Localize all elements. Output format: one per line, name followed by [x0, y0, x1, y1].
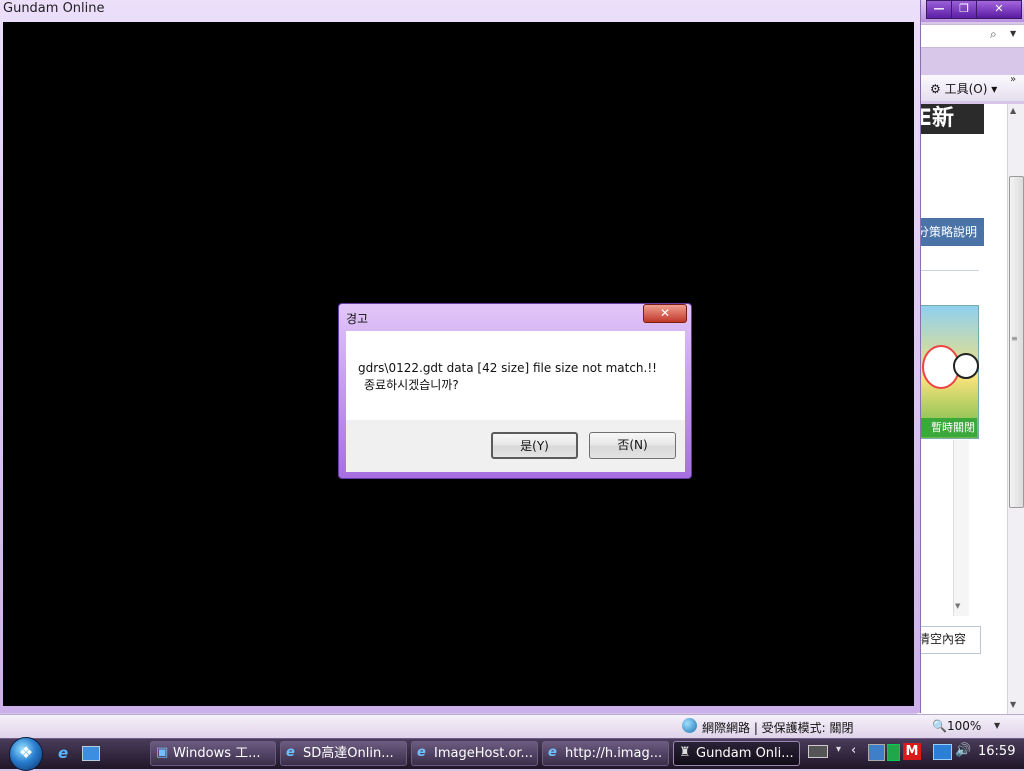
- divider: [917, 270, 979, 271]
- taskbar-item-http[interactable]: e http://h.imag...: [542, 741, 669, 766]
- taskbar-item-sd-gundam[interactable]: e SD高達Onlin...: [280, 741, 407, 766]
- site-banner: E新: [917, 104, 984, 134]
- strategy-guide-tab[interactable]: 分策略說明: [917, 218, 984, 246]
- scroll-grip-icon: ≡: [1011, 334, 1018, 343]
- clear-content-button[interactable]: 清空內容: [917, 626, 981, 654]
- search-icon[interactable]: ⌕: [990, 27, 997, 42]
- no-button[interactable]: 否(N): [589, 432, 676, 459]
- internet-explorer-icon: e: [548, 745, 557, 760]
- maximize-button[interactable]: ❐: [951, 0, 977, 19]
- volume-icon[interactable]: 🔊: [955, 743, 971, 758]
- search-input[interactable]: [917, 24, 1024, 48]
- taskbar-item-imagehost[interactable]: e ImageHost.or...: [411, 741, 538, 766]
- confirm-question: 종료하시겠습니까?: [364, 378, 459, 392]
- close-icon[interactable]: ✕: [643, 304, 687, 323]
- more-commands-icon[interactable]: »: [1010, 74, 1016, 85]
- windows-explorer-icon: ▣: [156, 745, 169, 760]
- taskbar-item-label: Gundam Onli...: [696, 746, 794, 761]
- taskbar-item-label: SD高達Onlin...: [303, 746, 394, 761]
- internet-zone-icon: [682, 718, 697, 733]
- taskbar-item-windows-explorer[interactable]: ▣ Windows 工...: [150, 741, 276, 766]
- network-icon[interactable]: [868, 744, 885, 761]
- security-zone-text[interactable]: 網際網路 | 受保護模式: 關閉: [702, 719, 854, 736]
- keyboard-icon[interactable]: [808, 745, 828, 758]
- soccer-ball-icon: [953, 353, 979, 379]
- yes-button[interactable]: 是(Y): [491, 432, 578, 459]
- chevron-down-icon[interactable]: ▼: [1010, 29, 1016, 38]
- scroll-down-icon[interactable]: ▼: [955, 602, 960, 610]
- ad-close-link[interactable]: 暫時關閉: [919, 418, 977, 437]
- gundam-icon: ♜: [679, 745, 691, 760]
- chevron-down-icon[interactable]: ▾: [836, 744, 841, 755]
- internet-explorer-icon: e: [286, 745, 295, 760]
- taskbar-item-gundam-online[interactable]: ♜ Gundam Onli...: [673, 741, 800, 766]
- scroll-down-icon[interactable]: ▼: [1010, 700, 1016, 709]
- tools-menu[interactable]: ⚙ 工具(O) ▾: [930, 80, 997, 97]
- tray-app-icon[interactable]: M: [903, 743, 921, 760]
- start-button[interactable]: ❖: [9, 737, 43, 771]
- taskbar-item-label: Windows 工...: [173, 746, 261, 761]
- scroll-up-icon[interactable]: ▲: [1010, 106, 1016, 115]
- display-icon[interactable]: [933, 744, 952, 760]
- battery-icon[interactable]: [887, 744, 900, 761]
- internet-explorer-icon[interactable]: e: [58, 744, 68, 762]
- internet-explorer-icon: e: [417, 745, 426, 760]
- dialog-title: 경고: [346, 312, 369, 326]
- close-button[interactable]: ✕: [976, 0, 1022, 19]
- error-message: gdrs\0122.gdt data [42 size] file size n…: [358, 361, 657, 375]
- clock[interactable]: 16:59: [978, 744, 1015, 759]
- taskbar-item-label: http://h.imag...: [565, 746, 663, 761]
- show-hidden-icons-icon[interactable]: ‹: [851, 743, 856, 758]
- status-bar: [0, 714, 1024, 739]
- window-title: Gundam Online: [3, 1, 105, 16]
- zoom-level[interactable]: 🔍100%: [932, 719, 981, 733]
- minimize-button[interactable]: —: [926, 0, 952, 19]
- inner-scrollbar[interactable]: [953, 440, 969, 616]
- show-desktop-icon[interactable]: [82, 746, 100, 761]
- chevron-down-icon[interactable]: ▼: [994, 721, 1000, 730]
- taskbar-item-label: ImageHost.or...: [434, 746, 533, 761]
